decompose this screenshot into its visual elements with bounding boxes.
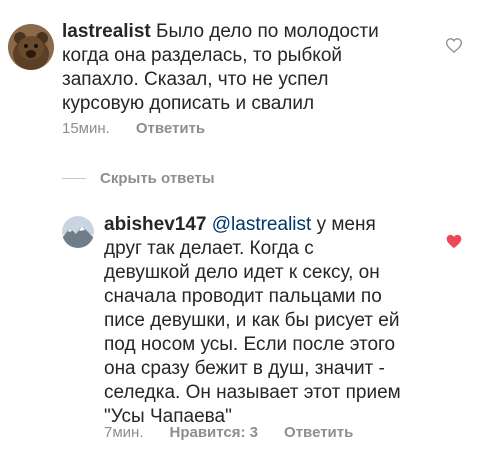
comment-text-start: у меня bbox=[311, 214, 376, 235]
hide-replies-label: Скрыть ответы bbox=[100, 170, 215, 187]
comment-username[interactable]: lastrealist bbox=[62, 21, 151, 42]
comment-line: друг так делает. Когда с bbox=[104, 238, 314, 259]
comment-line-1: lastrealist Было дело по молодости bbox=[62, 20, 442, 44]
reply-button[interactable]: Ответить bbox=[136, 120, 205, 137]
avatar-lastrealist[interactable] bbox=[8, 24, 54, 70]
comment-text-start: Было дело по молодости bbox=[150, 21, 379, 42]
comment-username[interactable]: abishev147 bbox=[104, 214, 206, 235]
comment-line: запахло. Сказал, что не успел bbox=[62, 69, 329, 90]
comment-lastrealist: lastrealist Было дело по молодости когда… bbox=[62, 20, 442, 116]
hide-replies-button[interactable]: Скрыть ответы bbox=[62, 170, 215, 187]
comment-meta: 7мин. Нравится: 3 Ответить bbox=[104, 424, 353, 441]
comment-time: 15мин. bbox=[62, 120, 110, 137]
comment-meta: 15мин. Ответить bbox=[62, 120, 205, 137]
comment-line-1: abishev147 @lastrealist у меня bbox=[104, 213, 444, 237]
comment-line: писе девушки, и как бы рисует ей bbox=[104, 310, 400, 331]
comment-line: когда она разделась, то рыбкой bbox=[62, 45, 342, 66]
comment-line: курсовую дописать и свалил bbox=[62, 93, 315, 114]
comment-abishev147: abishev147 @lastrealist у меня друг так … bbox=[104, 213, 444, 429]
comment-line: она сразу бежит в душ, значит - bbox=[104, 358, 385, 379]
mention-link[interactable]: @lastrealist bbox=[212, 214, 312, 235]
like-heart-icon[interactable] bbox=[446, 38, 462, 53]
comment-line: под носом усы. Если после этого bbox=[104, 334, 396, 355]
liked-heart-icon[interactable] bbox=[446, 234, 462, 249]
reply-button[interactable]: Ответить bbox=[284, 424, 353, 441]
likes-count-button[interactable]: Нравится: 3 bbox=[170, 424, 259, 441]
comment-line: сначала проводит пальцами по bbox=[104, 286, 382, 307]
comment-line: девушкой дело идет к сексу, он bbox=[104, 262, 380, 283]
comment-line: селедка. Он называет этот прием bbox=[104, 382, 401, 403]
replies-divider bbox=[62, 178, 86, 179]
comment-time: 7мин. bbox=[104, 424, 144, 441]
avatar-abishev147[interactable] bbox=[62, 216, 94, 248]
